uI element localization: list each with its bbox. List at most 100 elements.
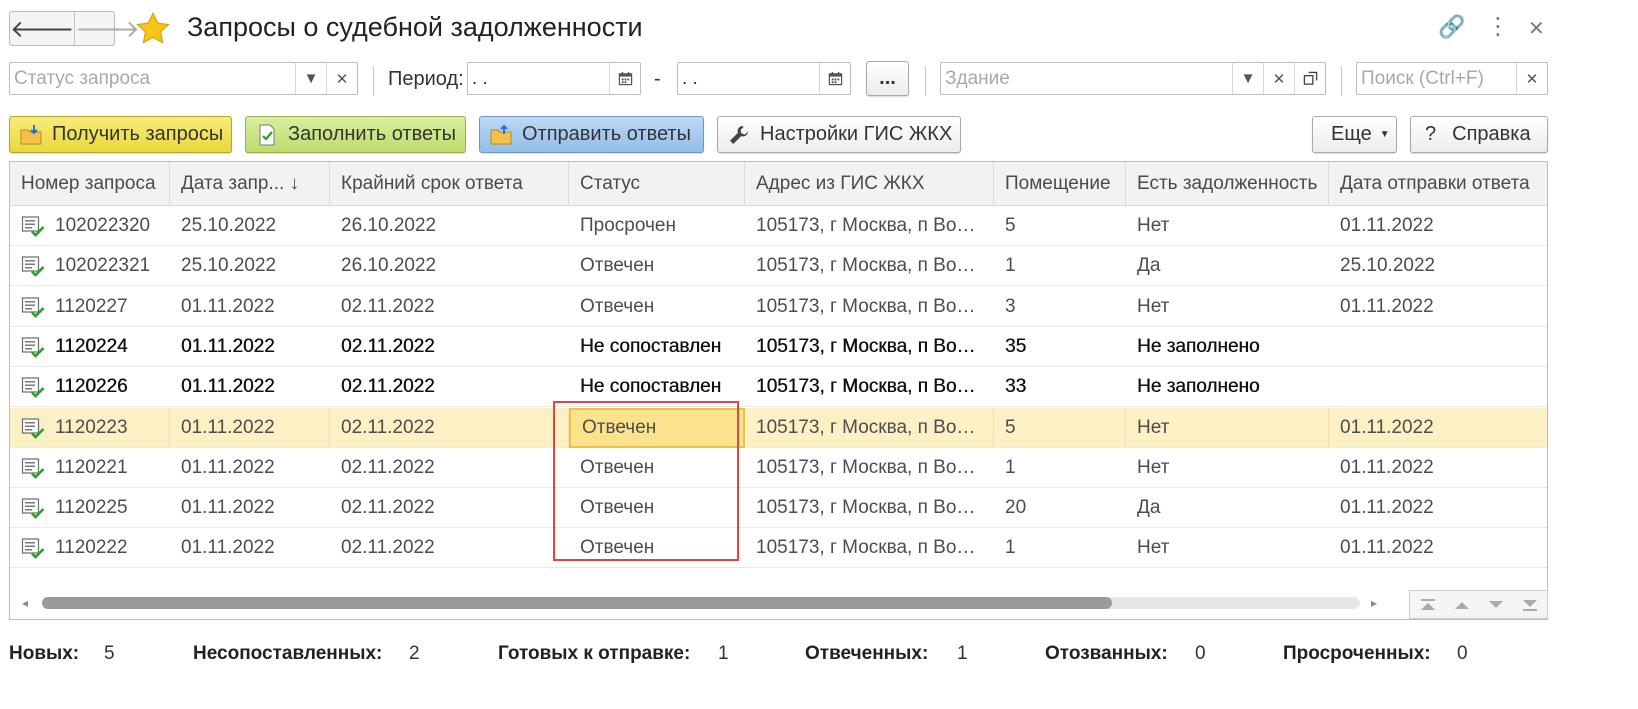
favorite-star-icon[interactable]: [135, 11, 171, 47]
cell-request-date[interactable]: 01.11.2022: [170, 367, 330, 407]
table-row[interactable]: 1120227 01.11.2022 02.11.2022 Отвечен 105173…: [10, 287, 1547, 327]
cell-address[interactable]: 105173, г Москва, п Во…: [745, 327, 994, 367]
prev-row-icon[interactable]: [1447, 594, 1477, 616]
cell-deadline[interactable]: 02.11.2022: [330, 528, 569, 568]
cell-has-debt[interactable]: Не заполнено: [1126, 327, 1329, 367]
cell-number[interactable]: 1120225: [10, 488, 170, 528]
cell-address[interactable]: 105173, г Москва, п Во…: [745, 287, 994, 327]
calendar-icon[interactable]: [609, 63, 640, 94]
cell-premises[interactable]: 1: [994, 246, 1126, 286]
cell-deadline[interactable]: 26.10.2022: [330, 206, 569, 246]
cell-has-debt[interactable]: Нет: [1126, 528, 1329, 568]
column-header-has-debt[interactable]: Есть задолженность: [1126, 162, 1329, 206]
cell-has-debt[interactable]: Нет: [1126, 407, 1329, 448]
cell-premises[interactable]: 5: [994, 206, 1126, 246]
cell-deadline[interactable]: 26.10.2022: [330, 246, 569, 286]
cell-sent-date[interactable]: 01.11.2022: [1329, 206, 1547, 246]
next-row-icon[interactable]: [1481, 594, 1511, 616]
status-filter-field[interactable]: Статус запроса ▼ ✕: [9, 62, 358, 95]
cell-number[interactable]: 102022321: [10, 246, 170, 286]
table-row[interactable]: 102022320 25.10.2022 26.10.2022 Просрочен 10…: [10, 206, 1547, 246]
cell-deadline[interactable]: 02.11.2022: [330, 488, 569, 528]
cell-deadline[interactable]: 02.11.2022: [330, 287, 569, 327]
column-header-number[interactable]: Номер запроса: [10, 162, 170, 206]
table-row[interactable]: 1120221 01.11.2022 02.11.2022 Отвечен 105173…: [10, 448, 1547, 488]
cell-deadline[interactable]: 02.11.2022: [330, 367, 569, 407]
cell-request-date[interactable]: 25.10.2022: [170, 246, 330, 286]
table-row[interactable]: 1120224 01.11.2022 02.11.2022 Не сопоставле…: [10, 327, 1547, 367]
back-button[interactable]: 🡐: [10, 12, 74, 45]
search-input[interactable]: Поиск (Ctrl+F): [1357, 63, 1516, 94]
get-requests-button[interactable]: Получить запросы: [9, 116, 232, 153]
chevron-down-icon[interactable]: ▼: [1232, 63, 1263, 94]
table-row[interactable]: 1120223 01.11.2022 02.11.2022 Отвечен 105173…: [10, 407, 1547, 448]
cell-request-date[interactable]: 01.11.2022: [170, 407, 330, 448]
cell-request-date[interactable]: 01.11.2022: [170, 287, 330, 327]
column-header-status[interactable]: Статус: [569, 162, 745, 206]
calendar-icon[interactable]: [819, 63, 850, 94]
first-row-icon[interactable]: [1413, 594, 1443, 616]
column-header-deadline[interactable]: Крайний срок ответа: [330, 162, 569, 206]
send-answers-button[interactable]: Отправить ответы: [479, 116, 704, 153]
column-header-request-date[interactable]: Дата запр... ↓: [170, 162, 330, 206]
more-actions-icon[interactable]: ⋮: [1486, 12, 1510, 41]
open-icon[interactable]: [1294, 63, 1325, 94]
cell-sent-date[interactable]: [1329, 327, 1547, 367]
cell-premises[interactable]: 3: [994, 287, 1126, 327]
forward-button[interactable]: 🡒: [74, 12, 140, 45]
cell-number[interactable]: 1120222: [10, 528, 170, 568]
cell-request-date[interactable]: 25.10.2022: [170, 206, 330, 246]
cell-sent-date[interactable]: 01.11.2022: [1329, 528, 1547, 568]
cell-request-date[interactable]: 01.11.2022: [170, 528, 330, 568]
help-button[interactable]: ? Справка: [1410, 116, 1548, 153]
cell-status[interactable]: Не сопоставлен: [569, 327, 745, 367]
cell-deadline[interactable]: 02.11.2022: [330, 448, 569, 488]
cell-address[interactable]: 105173, г Москва, п Во…: [745, 488, 994, 528]
period-from-input[interactable]: . .: [468, 63, 609, 94]
cell-address[interactable]: 105173, г Москва, п Во…: [745, 448, 994, 488]
cell-sent-date[interactable]: 01.11.2022: [1329, 488, 1547, 528]
cell-request-date[interactable]: 01.11.2022: [170, 488, 330, 528]
cell-number[interactable]: 1120224: [10, 327, 170, 367]
cell-has-debt[interactable]: Да: [1126, 246, 1329, 286]
fill-answers-button[interactable]: Заполнить ответы: [245, 116, 466, 153]
table-row[interactable]: 1120226 01.11.2022 02.11.2022 Не сопоставле…: [10, 367, 1547, 408]
column-header-premises[interactable]: Помещение: [994, 162, 1126, 206]
scroll-left-icon[interactable]: ◂: [22, 596, 28, 610]
cell-premises[interactable]: 1: [994, 528, 1126, 568]
cell-address[interactable]: 105173, г Москва, п Во…: [745, 206, 994, 246]
cell-has-debt[interactable]: Нет: [1126, 287, 1329, 327]
cell-address[interactable]: 105173, г Москва, п Во…: [745, 246, 994, 286]
status-filter-input[interactable]: Статус запроса: [10, 63, 295, 94]
more-menu-button[interactable]: Еще ▼: [1312, 116, 1397, 153]
cell-number[interactable]: 1120223: [10, 407, 170, 448]
cell-premises[interactable]: 5: [994, 407, 1126, 448]
period-to-field[interactable]: . .: [677, 62, 851, 95]
cell-address[interactable]: 105173, г Москва, п Во…: [745, 367, 994, 407]
gis-settings-button[interactable]: Настройки ГИС ЖКХ: [717, 116, 961, 153]
cell-request-date[interactable]: 01.11.2022: [170, 448, 330, 488]
cell-premises[interactable]: 20: [994, 488, 1126, 528]
cell-number[interactable]: 102022320: [10, 206, 170, 246]
cell-sent-date[interactable]: 01.11.2022: [1329, 287, 1547, 327]
search-field[interactable]: Поиск (Ctrl+F) ✕: [1356, 62, 1548, 95]
cell-sent-date[interactable]: 01.11.2022: [1329, 408, 1547, 448]
cell-number[interactable]: 1120227: [10, 287, 170, 327]
clear-icon[interactable]: ✕: [1516, 63, 1547, 94]
clear-icon[interactable]: ✕: [1263, 63, 1294, 94]
chevron-down-icon[interactable]: ▼: [295, 63, 326, 94]
cell-status[interactable]: Просрочен: [569, 206, 745, 246]
last-row-icon[interactable]: [1515, 594, 1545, 616]
scrollbar-thumb[interactable]: [42, 597, 1112, 609]
cell-has-debt[interactable]: Не заполнено: [1126, 367, 1329, 407]
column-header-sent-date[interactable]: Дата отправки ответа: [1329, 162, 1547, 206]
period-from-field[interactable]: . .: [467, 62, 641, 95]
cell-has-debt[interactable]: Да: [1126, 488, 1329, 528]
cell-sent-date[interactable]: 25.10.2022: [1329, 246, 1547, 286]
cell-status[interactable]: Отвечен: [569, 246, 745, 286]
cell-has-debt[interactable]: Нет: [1126, 206, 1329, 246]
cell-premises[interactable]: 33: [994, 367, 1126, 407]
cell-sent-date[interactable]: [1329, 367, 1547, 407]
table-row[interactable]: 1120222 01.11.2022 02.11.2022 Отвечен 105173…: [10, 528, 1547, 569]
link-icon[interactable]: 🔗: [1438, 14, 1465, 40]
